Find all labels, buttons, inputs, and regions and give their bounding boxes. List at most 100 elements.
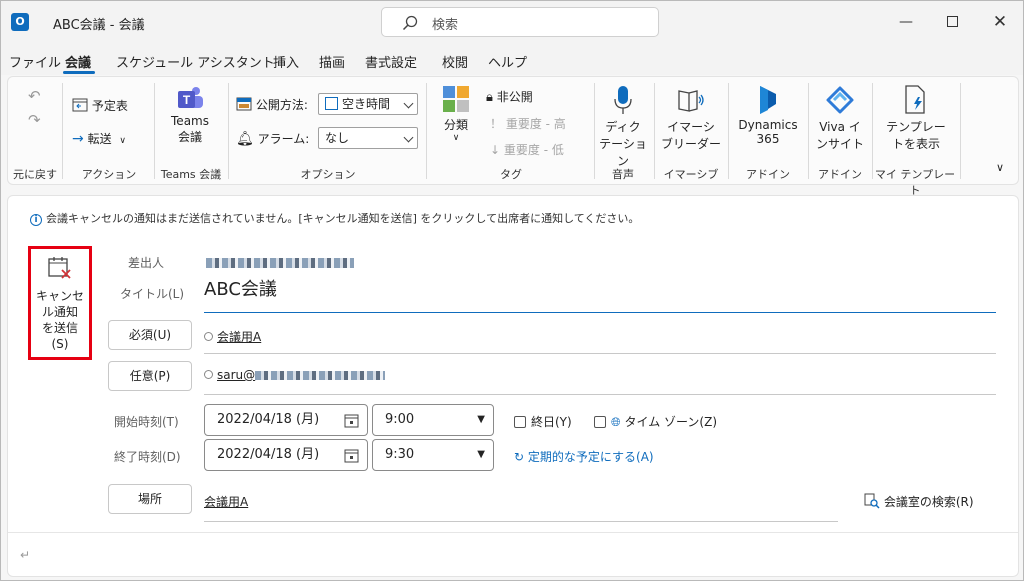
forward-arrow-icon: → bbox=[72, 131, 84, 147]
ribbon-expand-chevron-icon[interactable]: ∨ bbox=[996, 161, 1004, 174]
chevron-down-icon bbox=[403, 98, 414, 109]
caret-down-icon: ▼ bbox=[477, 449, 485, 460]
minimize-button[interactable]: — bbox=[891, 9, 921, 35]
location-button[interactable]: 場所 bbox=[108, 484, 192, 514]
from-label: 差出人 bbox=[128, 256, 165, 270]
body-editor[interactable]: ↵ bbox=[20, 548, 30, 562]
room-finder-button[interactable]: 会議室の検索(R) bbox=[864, 493, 974, 510]
time-zone-toggle[interactable]: 🌐︎ タイム ゾーン(Z) bbox=[594, 413, 717, 430]
close-button[interactable]: ✕ bbox=[985, 9, 1015, 35]
group-addin2-label: アドイン bbox=[818, 168, 862, 181]
presence-icon bbox=[204, 332, 213, 341]
menu-scheduling-assistant[interactable]: スケジュール アシスタント bbox=[116, 52, 275, 71]
optional-attendee-name: saru@ bbox=[217, 368, 256, 382]
show-as-dropdown[interactable]: 空き時間 bbox=[318, 93, 418, 115]
redo-icon[interactable]: ↷ bbox=[28, 111, 41, 129]
ribbon-separator bbox=[808, 83, 809, 179]
dictate-button[interactable]: ディク テーション bbox=[596, 85, 650, 169]
caret-down-icon: ▼ bbox=[477, 414, 485, 425]
importance-low-button[interactable]: ↓ 重要度 - 低 bbox=[490, 141, 564, 158]
recurrence-icon: ↻ bbox=[514, 450, 525, 464]
location-input[interactable]: 会議用A bbox=[204, 493, 248, 510]
room-finder-label: 会議室の検索(R) bbox=[883, 495, 974, 509]
menu-file[interactable]: ファイル bbox=[9, 52, 61, 71]
send-line3: を送信 bbox=[41, 321, 78, 335]
search-placeholder: 検索 bbox=[432, 18, 459, 33]
ribbon-separator bbox=[228, 83, 229, 179]
ribbon: ↶ ↷ 元に戻す 予定表 → 転送 ∨ アクション T Teams 会議 Tea… bbox=[7, 76, 1019, 197]
viva-insights-icon bbox=[826, 86, 854, 114]
outlook-meeting-window: O ABC会議 - 会議 検索 — ✕ ファイル 会議 スケジュール アシスタン… bbox=[0, 0, 1024, 581]
dynamics-365-button[interactable]: Dynamics 365 bbox=[732, 85, 804, 146]
window-title: ABC会議 - 会議 bbox=[53, 18, 145, 33]
categorize-label: 分類 bbox=[443, 118, 468, 132]
ribbon-separator bbox=[426, 83, 427, 179]
menu-insert[interactable]: 挿入 bbox=[273, 52, 299, 71]
optional-attendee[interactable]: saru@ bbox=[204, 368, 386, 382]
importance-high-button[interactable]: ！ 重要度 - 高 bbox=[490, 115, 566, 132]
required-attendees-button[interactable]: 必須(U) bbox=[108, 320, 192, 350]
all-day-checkbox[interactable]: 終日(Y) bbox=[514, 413, 572, 430]
title-input[interactable]: ABC会議 bbox=[204, 277, 996, 311]
view-templates-button[interactable]: テンプレー トを表示 bbox=[878, 85, 954, 152]
optional-underline bbox=[204, 394, 996, 395]
chevron-down-icon bbox=[403, 132, 414, 143]
forward-button[interactable]: → 転送 ∨ bbox=[72, 130, 126, 147]
calendar-icon bbox=[344, 414, 359, 428]
ribbon-separator bbox=[872, 83, 873, 179]
reminder-label: アラーム: bbox=[257, 132, 310, 146]
search-box[interactable]: 検索 bbox=[381, 7, 659, 37]
templates-line2: トを表示 bbox=[891, 137, 940, 151]
teams-icon: T bbox=[178, 87, 203, 108]
send-cancellation-button[interactable]: キャンセ ル通知 を送信 (S) bbox=[28, 246, 92, 360]
reminder-dropdown[interactable]: なし bbox=[318, 127, 418, 149]
email-redacted bbox=[255, 371, 386, 380]
make-recurring-label: 定期的な予定にする(A) bbox=[527, 450, 654, 464]
group-undo-label: 元に戻す bbox=[13, 168, 57, 181]
importance-low-label: 重要度 - 低 bbox=[503, 143, 564, 157]
info-bar: i 会議キャンセルの通知はまだ送信されていません。[キャンセル通知を送信] をクリ… bbox=[30, 210, 639, 226]
start-time-dropdown[interactable]: 9:00 ▼ bbox=[372, 404, 494, 436]
ribbon-separator bbox=[960, 83, 961, 179]
ribbon-separator bbox=[62, 83, 63, 179]
end-time-dropdown[interactable]: 9:30 ▼ bbox=[372, 439, 494, 471]
viva-line1: Viva イ bbox=[819, 120, 861, 134]
show-as-icon bbox=[236, 97, 252, 111]
menu-bar: ファイル 会議 スケジュール アシスタント 挿入 描画 書式設定 校閲 ヘルプ bbox=[1, 45, 1023, 75]
make-recurring-link[interactable]: ↻ 定期的な予定にする(A) bbox=[514, 448, 654, 465]
menu-draw[interactable]: 描画 bbox=[319, 52, 345, 71]
calendar-button[interactable]: 予定表 bbox=[72, 97, 128, 114]
location-underline bbox=[204, 521, 838, 522]
info-icon: i bbox=[30, 214, 42, 226]
private-button[interactable]: 🔒︎ 非公開 bbox=[486, 88, 533, 105]
lock-icon: 🔒︎ bbox=[486, 90, 493, 105]
immersive-reader-button[interactable]: イマーシ ブリーダー bbox=[658, 85, 724, 152]
end-time-value: 9:30 bbox=[385, 447, 415, 462]
maximize-button[interactable] bbox=[937, 9, 967, 35]
immersive-reader-icon bbox=[678, 90, 704, 112]
immersive-line2: ブリーダー bbox=[660, 137, 721, 151]
menu-meeting[interactable]: 会議 bbox=[65, 52, 91, 71]
meeting-form: i 会議キャンセルの通知はまだ送信されていません。[キャンセル通知を送信] をクリ… bbox=[7, 195, 1019, 577]
dictate-line1: ディク bbox=[605, 120, 641, 134]
categorize-button[interactable]: 分類 ∨ bbox=[436, 85, 476, 143]
start-date-picker[interactable]: 2022/04/18 (月) bbox=[204, 404, 368, 436]
menu-help[interactable]: ヘルプ bbox=[488, 52, 527, 71]
bell-icon: 🔔︎ bbox=[236, 131, 254, 147]
info-text: 会議キャンセルの通知はまだ送信されていません。[キャンセル通知を送信] をクリッ… bbox=[46, 212, 640, 225]
menu-review[interactable]: 校閲 bbox=[442, 52, 468, 71]
title-bar: O ABC会議 - 会議 検索 — ✕ bbox=[1, 1, 1023, 45]
menu-format[interactable]: 書式設定 bbox=[365, 52, 417, 71]
end-date-picker[interactable]: 2022/04/18 (月) bbox=[204, 439, 368, 471]
viva-insights-button[interactable]: Viva イ ンサイト bbox=[810, 85, 870, 152]
group-teams-label: Teams 会議 bbox=[160, 168, 222, 181]
undo-icon[interactable]: ↶ bbox=[28, 87, 41, 105]
required-attendee[interactable]: 会議用A bbox=[204, 328, 261, 345]
globe-icon: 🌐︎ bbox=[611, 415, 621, 429]
show-as-label: 公開方法: bbox=[255, 98, 308, 112]
svg-text:T: T bbox=[183, 93, 191, 107]
search-icon bbox=[402, 15, 418, 31]
end-label: 終了時刻(D) bbox=[114, 450, 181, 464]
teams-meeting-button[interactable]: T Teams 会議 bbox=[156, 85, 224, 145]
optional-attendees-button[interactable]: 任意(P) bbox=[108, 361, 192, 391]
